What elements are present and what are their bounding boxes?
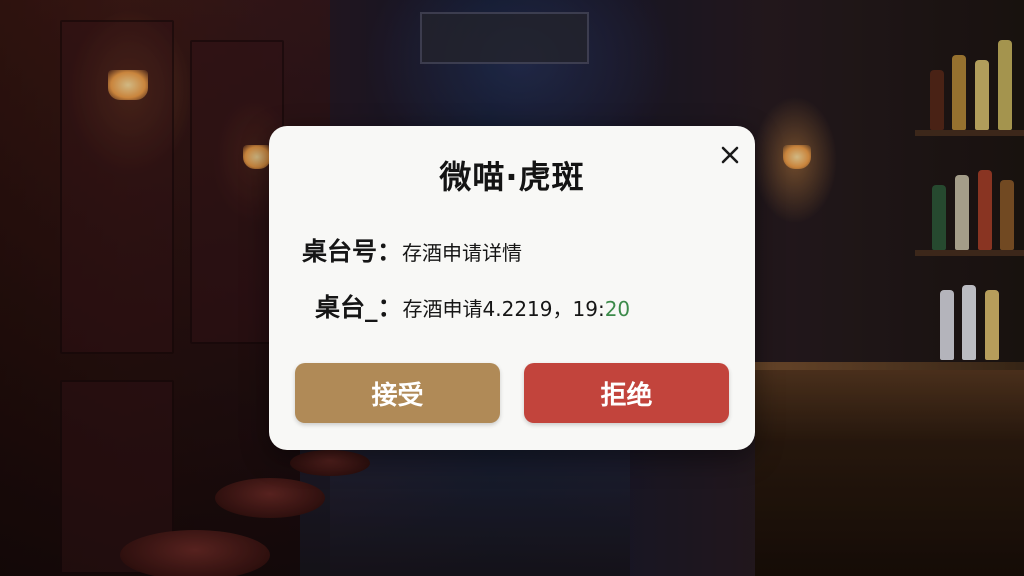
- wine-storage-request-dialog: 微喵·虎斑 桌台号：存酒申请详情 桌台_：存酒申请4.2219，19:20 接受…: [269, 126, 755, 450]
- table-number-label: 桌台号：: [302, 237, 403, 266]
- reject-button[interactable]: 拒绝: [524, 363, 729, 423]
- accept-button[interactable]: 接受: [295, 363, 500, 423]
- close-button[interactable]: [715, 140, 745, 170]
- dialog-title: 微喵·虎斑: [439, 158, 585, 196]
- close-icon: [721, 146, 739, 164]
- table-number-row: 桌台号：存酒申请详情: [302, 232, 522, 268]
- request-details-text: 存酒申请详情: [402, 241, 523, 265]
- table-time-row: 桌台_：存酒申请4.2219，19:20: [315, 288, 630, 324]
- bar-background: 微喵·虎斑 桌台号：存酒申请详情 桌台_：存酒申请4.2219，19:20 接受…: [0, 0, 1024, 576]
- table-label: 桌台_：: [315, 293, 403, 322]
- request-time-minutes: 20: [604, 297, 631, 321]
- request-time-text: 存酒申请4.2219，19:: [402, 297, 605, 321]
